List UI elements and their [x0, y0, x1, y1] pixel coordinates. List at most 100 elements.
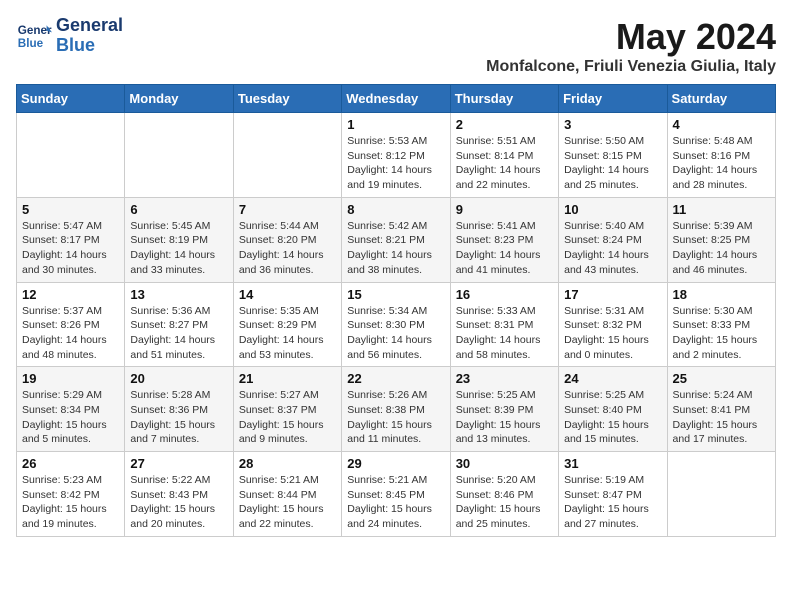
calendar-body: 1 Sunrise: 5:53 AM Sunset: 8:12 PM Daylig… [17, 113, 776, 537]
weekday-row: SundayMondayTuesdayWednesdayThursdayFrid… [17, 85, 776, 113]
calendar-cell: 7 Sunrise: 5:44 AM Sunset: 8:20 PM Daylig… [233, 197, 341, 282]
day-number: 22 [347, 371, 444, 386]
calendar-cell: 14Sunrise: 5:35 AM Sunset: 8:29 PM Dayli… [233, 282, 341, 367]
day-info: Sunrise: 5:29 AM Sunset: 8:34 PM Dayligh… [22, 388, 119, 447]
calendar-cell: 18 Sunrise: 5:30 AM Sunset: 8:33 PM Dayli… [667, 282, 775, 367]
day-info: Sunrise: 5:31 AM Sunset: 8:32 PM Dayligh… [564, 304, 661, 363]
calendar-cell: 12 Sunrise: 5:37 AM Sunset: 8:26 PM Dayli… [17, 282, 125, 367]
day-info: Sunrise: 5:25 AM Sunset: 8:39 PM Dayligh… [456, 388, 553, 447]
calendar-cell: 30 Sunrise: 5:20 AM Sunset: 8:46 PM Dayli… [450, 452, 558, 537]
day-number: 2 [456, 117, 553, 132]
calendar-cell: 1 Sunrise: 5:53 AM Sunset: 8:12 PM Daylig… [342, 113, 450, 198]
calendar-cell: 2Sunrise: 5:51 AM Sunset: 8:14 PM Daylig… [450, 113, 558, 198]
day-info: Sunrise: 5:35 AM Sunset: 8:29 PM Dayligh… [239, 304, 336, 363]
calendar-cell: 5Sunrise: 5:47 AM Sunset: 8:17 PM Daylig… [17, 197, 125, 282]
day-number: 28 [239, 456, 336, 471]
day-number: 11 [673, 202, 770, 217]
day-info: Sunrise: 5:30 AM Sunset: 8:33 PM Dayligh… [673, 304, 770, 363]
day-number: 4 [673, 117, 770, 132]
calendar-cell: 24 Sunrise: 5:25 AM Sunset: 8:40 PM Dayli… [559, 367, 667, 452]
calendar-cell: 6Sunrise: 5:45 AM Sunset: 8:19 PM Daylig… [125, 197, 233, 282]
day-number: 27 [130, 456, 227, 471]
day-number: 19 [22, 371, 119, 386]
day-info: Sunrise: 5:44 AM Sunset: 8:20 PM Dayligh… [239, 219, 336, 278]
day-info: Sunrise: 5:23 AM Sunset: 8:42 PM Dayligh… [22, 473, 119, 532]
day-info: Sunrise: 5:45 AM Sunset: 8:19 PM Dayligh… [130, 219, 227, 278]
calendar-cell: 13 Sunrise: 5:36 AM Sunset: 8:27 PM Dayli… [125, 282, 233, 367]
day-info: Sunrise: 5:37 AM Sunset: 8:26 PM Dayligh… [22, 304, 119, 363]
weekday-header: Thursday [450, 85, 558, 113]
day-info: Sunrise: 5:39 AM Sunset: 8:25 PM Dayligh… [673, 219, 770, 278]
calendar-cell [233, 113, 341, 198]
calendar-cell: 28 Sunrise: 5:21 AM Sunset: 8:44 PM Dayli… [233, 452, 341, 537]
day-number: 30 [456, 456, 553, 471]
calendar-week-row: 19 Sunrise: 5:29 AM Sunset: 8:34 PM Dayli… [17, 367, 776, 452]
logo-blue: Blue [56, 35, 95, 55]
day-number: 17 [564, 287, 661, 302]
day-info: Sunrise: 5:36 AM Sunset: 8:27 PM Dayligh… [130, 304, 227, 363]
calendar-cell: 17 Sunrise: 5:31 AM Sunset: 8:32 PM Dayli… [559, 282, 667, 367]
calendar-cell: 21 Sunrise: 5:27 AM Sunset: 8:37 PM Dayli… [233, 367, 341, 452]
day-number: 13 [130, 287, 227, 302]
logo: General Blue General Blue [16, 16, 123, 56]
day-info: Sunrise: 5:47 AM Sunset: 8:17 PM Dayligh… [22, 219, 119, 278]
day-info: Sunrise: 5:21 AM Sunset: 8:44 PM Dayligh… [239, 473, 336, 532]
calendar-cell: 22 Sunrise: 5:26 AM Sunset: 8:38 PM Dayli… [342, 367, 450, 452]
day-number: 1 [347, 117, 444, 132]
day-info: Sunrise: 5:53 AM Sunset: 8:12 PM Dayligh… [347, 134, 444, 193]
calendar-cell [667, 452, 775, 537]
calendar-table: SundayMondayTuesdayWednesdayThursdayFrid… [16, 84, 776, 537]
day-number: 3 [564, 117, 661, 132]
calendar-cell [125, 113, 233, 198]
calendar-cell: 16Sunrise: 5:33 AM Sunset: 8:31 PM Dayli… [450, 282, 558, 367]
day-number: 7 [239, 202, 336, 217]
day-info: Sunrise: 5:48 AM Sunset: 8:16 PM Dayligh… [673, 134, 770, 193]
day-number: 21 [239, 371, 336, 386]
day-number: 18 [673, 287, 770, 302]
calendar-cell: 23 Sunrise: 5:25 AM Sunset: 8:39 PM Dayli… [450, 367, 558, 452]
calendar-cell [17, 113, 125, 198]
day-number: 8 [347, 202, 444, 217]
weekday-header: Wednesday [342, 85, 450, 113]
day-info: Sunrise: 5:42 AM Sunset: 8:21 PM Dayligh… [347, 219, 444, 278]
day-number: 10 [564, 202, 661, 217]
calendar-cell: 27 Sunrise: 5:22 AM Sunset: 8:43 PM Dayli… [125, 452, 233, 537]
svg-text:Blue: Blue [18, 37, 44, 50]
day-info: Sunrise: 5:27 AM Sunset: 8:37 PM Dayligh… [239, 388, 336, 447]
day-number: 24 [564, 371, 661, 386]
day-info: Sunrise: 5:19 AM Sunset: 8:47 PM Dayligh… [564, 473, 661, 532]
day-number: 29 [347, 456, 444, 471]
calendar-cell: 25Sunrise: 5:24 AM Sunset: 8:41 PM Dayli… [667, 367, 775, 452]
calendar-cell: 9Sunrise: 5:41 AM Sunset: 8:23 PM Daylig… [450, 197, 558, 282]
calendar-cell: 11 Sunrise: 5:39 AM Sunset: 8:25 PM Dayli… [667, 197, 775, 282]
calendar-cell: 8 Sunrise: 5:42 AM Sunset: 8:21 PM Daylig… [342, 197, 450, 282]
calendar-week-row: 1 Sunrise: 5:53 AM Sunset: 8:12 PM Daylig… [17, 113, 776, 198]
day-number: 12 [22, 287, 119, 302]
day-info: Sunrise: 5:26 AM Sunset: 8:38 PM Dayligh… [347, 388, 444, 447]
day-info: Sunrise: 5:28 AM Sunset: 8:36 PM Dayligh… [130, 388, 227, 447]
day-info: Sunrise: 5:41 AM Sunset: 8:23 PM Dayligh… [456, 219, 553, 278]
calendar-cell: 20Sunrise: 5:28 AM Sunset: 8:36 PM Dayli… [125, 367, 233, 452]
weekday-header: Monday [125, 85, 233, 113]
calendar-cell: 15Sunrise: 5:34 AM Sunset: 8:30 PM Dayli… [342, 282, 450, 367]
day-number: 31 [564, 456, 661, 471]
day-info: Sunrise: 5:33 AM Sunset: 8:31 PM Dayligh… [456, 304, 553, 363]
weekday-header: Saturday [667, 85, 775, 113]
day-info: Sunrise: 5:24 AM Sunset: 8:41 PM Dayligh… [673, 388, 770, 447]
calendar-cell: 31 Sunrise: 5:19 AM Sunset: 8:47 PM Dayli… [559, 452, 667, 537]
day-info: Sunrise: 5:50 AM Sunset: 8:15 PM Dayligh… [564, 134, 661, 193]
location-title: Monfalcone, Friuli Venezia Giulia, Italy [486, 58, 776, 76]
day-info: Sunrise: 5:34 AM Sunset: 8:30 PM Dayligh… [347, 304, 444, 363]
day-number: 23 [456, 371, 553, 386]
day-info: Sunrise: 5:22 AM Sunset: 8:43 PM Dayligh… [130, 473, 227, 532]
day-info: Sunrise: 5:25 AM Sunset: 8:40 PM Dayligh… [564, 388, 661, 447]
calendar-cell: 10Sunrise: 5:40 AM Sunset: 8:24 PM Dayli… [559, 197, 667, 282]
month-title: May 2024 [486, 16, 776, 58]
logo-general: General [56, 15, 123, 35]
day-info: Sunrise: 5:20 AM Sunset: 8:46 PM Dayligh… [456, 473, 553, 532]
page-header: General Blue General Blue May 2024 Monfa… [16, 16, 776, 76]
day-info: Sunrise: 5:21 AM Sunset: 8:45 PM Dayligh… [347, 473, 444, 532]
weekday-header: Tuesday [233, 85, 341, 113]
calendar-week-row: 26Sunrise: 5:23 AM Sunset: 8:42 PM Dayli… [17, 452, 776, 537]
logo-icon: General Blue [16, 18, 52, 54]
